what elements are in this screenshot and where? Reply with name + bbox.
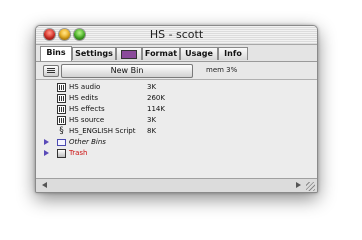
scroll-left-icon[interactable] xyxy=(42,182,47,188)
tab-usage[interactable]: Usage xyxy=(180,47,218,60)
item-name: HS source xyxy=(69,116,105,124)
clip-icon xyxy=(57,116,66,125)
item-size: 114K xyxy=(147,105,165,113)
trash-icon xyxy=(57,149,66,158)
scroll-right-icon[interactable] xyxy=(296,182,301,188)
bins-window: HS - scott Bins Settings Format Usage In… xyxy=(35,25,318,193)
item-size: 260K xyxy=(147,94,165,102)
window-title: HS - scott xyxy=(149,28,204,41)
list-item[interactable]: HS edits 260K xyxy=(36,93,317,104)
bin-list: HS audio 3K HS edits 260K HS effects 114… xyxy=(36,79,317,178)
disclosure-triangle-icon[interactable] xyxy=(44,150,49,156)
toolbar: New Bin mem 3% xyxy=(36,62,317,78)
list-item[interactable]: § HS_ENGLISH Script 8K xyxy=(36,126,317,137)
item-name: Other Bins xyxy=(69,138,106,146)
item-size: 3K xyxy=(147,83,157,91)
clip-icon xyxy=(57,83,66,92)
title-bar[interactable]: HS - scott xyxy=(36,26,317,45)
folder-icon xyxy=(57,139,66,146)
resize-grip-icon[interactable] xyxy=(306,182,315,191)
horizontal-scrollbar[interactable] xyxy=(36,178,317,192)
list-item[interactable]: Other Bins xyxy=(36,137,317,148)
tab-info[interactable]: Info xyxy=(218,47,248,60)
tab-bins[interactable]: Bins xyxy=(40,46,72,61)
tab-color[interactable] xyxy=(116,47,142,60)
color-swatch-icon xyxy=(121,50,137,59)
new-bin-button[interactable]: New Bin xyxy=(61,64,193,78)
clip-icon xyxy=(57,105,66,114)
item-size: 8K xyxy=(147,127,157,135)
script-icon: § xyxy=(59,126,64,136)
bin-menu-icon[interactable] xyxy=(43,65,59,77)
tab-bar: Bins Settings Format Usage Info xyxy=(36,45,317,62)
list-item[interactable]: HS audio 3K xyxy=(36,82,317,93)
item-name: HS effects xyxy=(69,105,105,113)
tab-settings[interactable]: Settings xyxy=(72,47,116,60)
item-name: HS audio xyxy=(69,83,101,91)
memory-status: mem 3% xyxy=(206,66,238,74)
tab-format[interactable]: Format xyxy=(142,47,180,60)
list-item[interactable]: Trash xyxy=(36,148,317,159)
item-name: Trash xyxy=(69,149,88,157)
item-name: HS edits xyxy=(69,94,99,102)
list-item[interactable]: HS effects 114K xyxy=(36,104,317,115)
disclosure-triangle-icon[interactable] xyxy=(44,139,49,145)
list-item[interactable]: HS source 3K xyxy=(36,115,317,126)
item-name: HS_ENGLISH Script xyxy=(69,127,136,135)
clip-icon xyxy=(57,94,66,103)
item-size: 3K xyxy=(147,116,157,124)
